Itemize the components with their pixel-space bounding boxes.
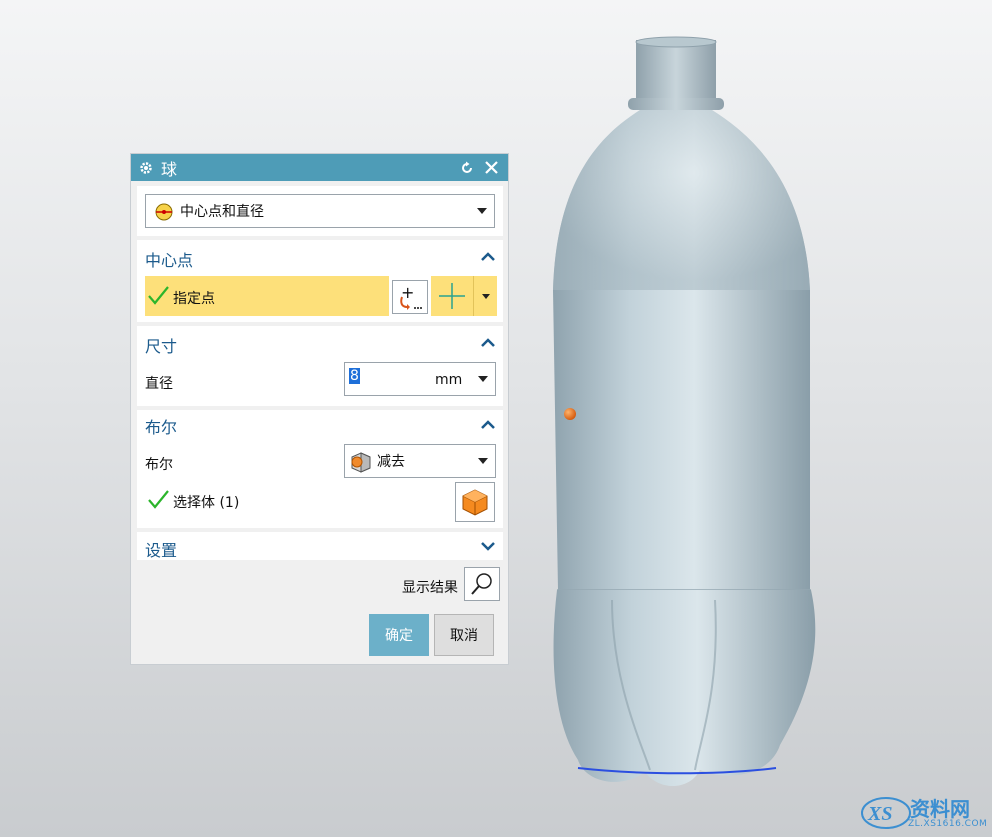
sphere-dialog: 球 中心点和直径 中心点 指定点 + 尺寸 直径 8 mm 布尔 布尔 减去 选… xyxy=(130,153,509,665)
dialog-titlebar: 球 xyxy=(131,154,508,181)
gear-icon[interactable] xyxy=(139,161,153,175)
diameter-input[interactable]: 8 mm xyxy=(344,362,496,396)
point-type-dropdown[interactable] xyxy=(473,276,497,316)
type-select-value: 中心点和直径 xyxy=(180,204,264,220)
chevron-down-icon xyxy=(478,376,488,382)
diameter-value: 8 xyxy=(349,368,360,384)
subtract-icon xyxy=(349,450,373,478)
center-point-marker xyxy=(564,408,576,420)
specify-point-row[interactable]: 指定点 xyxy=(145,276,389,316)
show-result-button[interactable] xyxy=(464,567,500,601)
cancel-button[interactable]: 取消 xyxy=(434,614,494,656)
collapse-icon[interactable] xyxy=(481,338,495,348)
boolean-value: 减去 xyxy=(377,454,405,470)
expand-icon[interactable] xyxy=(481,541,495,551)
collapse-icon[interactable] xyxy=(481,252,495,262)
settings-section-title: 设置 xyxy=(145,541,178,560)
specify-point-label: 指定点 xyxy=(173,291,215,307)
check-icon xyxy=(148,286,169,305)
magnifier-icon xyxy=(471,573,492,595)
ok-button[interactable]: 确定 xyxy=(369,614,429,656)
center-diameter-icon xyxy=(154,202,174,226)
point-plus-label: + xyxy=(401,283,415,302)
check-icon xyxy=(148,490,169,509)
point-dialog-button[interactable]: + xyxy=(392,280,428,314)
type-panel: 中心点和直径 xyxy=(137,186,503,236)
dimension-section-title: 尺寸 xyxy=(145,337,178,356)
center-section: 中心点 指定点 + xyxy=(137,240,503,322)
diameter-label: 直径 xyxy=(145,376,173,392)
chevron-down-icon xyxy=(478,458,488,464)
select-body-label: 选择体 (1) xyxy=(173,495,240,511)
chevron-down-icon xyxy=(477,208,487,214)
boolean-section: 布尔 布尔 减去 选择体 (1) xyxy=(137,410,503,528)
type-select[interactable]: 中心点和直径 xyxy=(145,194,495,228)
boolean-section-title: 布尔 xyxy=(145,418,178,437)
collapse-icon[interactable] xyxy=(481,420,495,430)
inferred-point-button[interactable] xyxy=(431,276,473,316)
watermark-main: 资料网 xyxy=(910,797,970,821)
solid-body-icon xyxy=(462,489,488,516)
diameter-unit: mm xyxy=(435,372,463,388)
reset-icon[interactable] xyxy=(458,159,476,177)
show-result-label: 显示结果 xyxy=(402,580,458,596)
crosshair-icon xyxy=(439,283,465,309)
watermark-sub: ZL.XS1616.COM xyxy=(908,819,988,829)
svg-text:XS: XS xyxy=(867,803,892,825)
close-icon[interactable] xyxy=(482,159,500,177)
watermark: XS 资料网 ZL.XS1616.COM xyxy=(858,793,988,833)
select-body-button[interactable] xyxy=(455,482,495,522)
center-section-title: 中心点 xyxy=(145,251,194,270)
boolean-select[interactable]: 减去 xyxy=(344,444,496,478)
dimension-section: 尺寸 直径 8 mm xyxy=(137,326,503,406)
settings-section[interactable]: 设置 xyxy=(137,532,503,560)
chevron-down-icon xyxy=(481,293,490,299)
dialog-title: 球 xyxy=(161,159,178,179)
boolean-label: 布尔 xyxy=(145,457,173,473)
